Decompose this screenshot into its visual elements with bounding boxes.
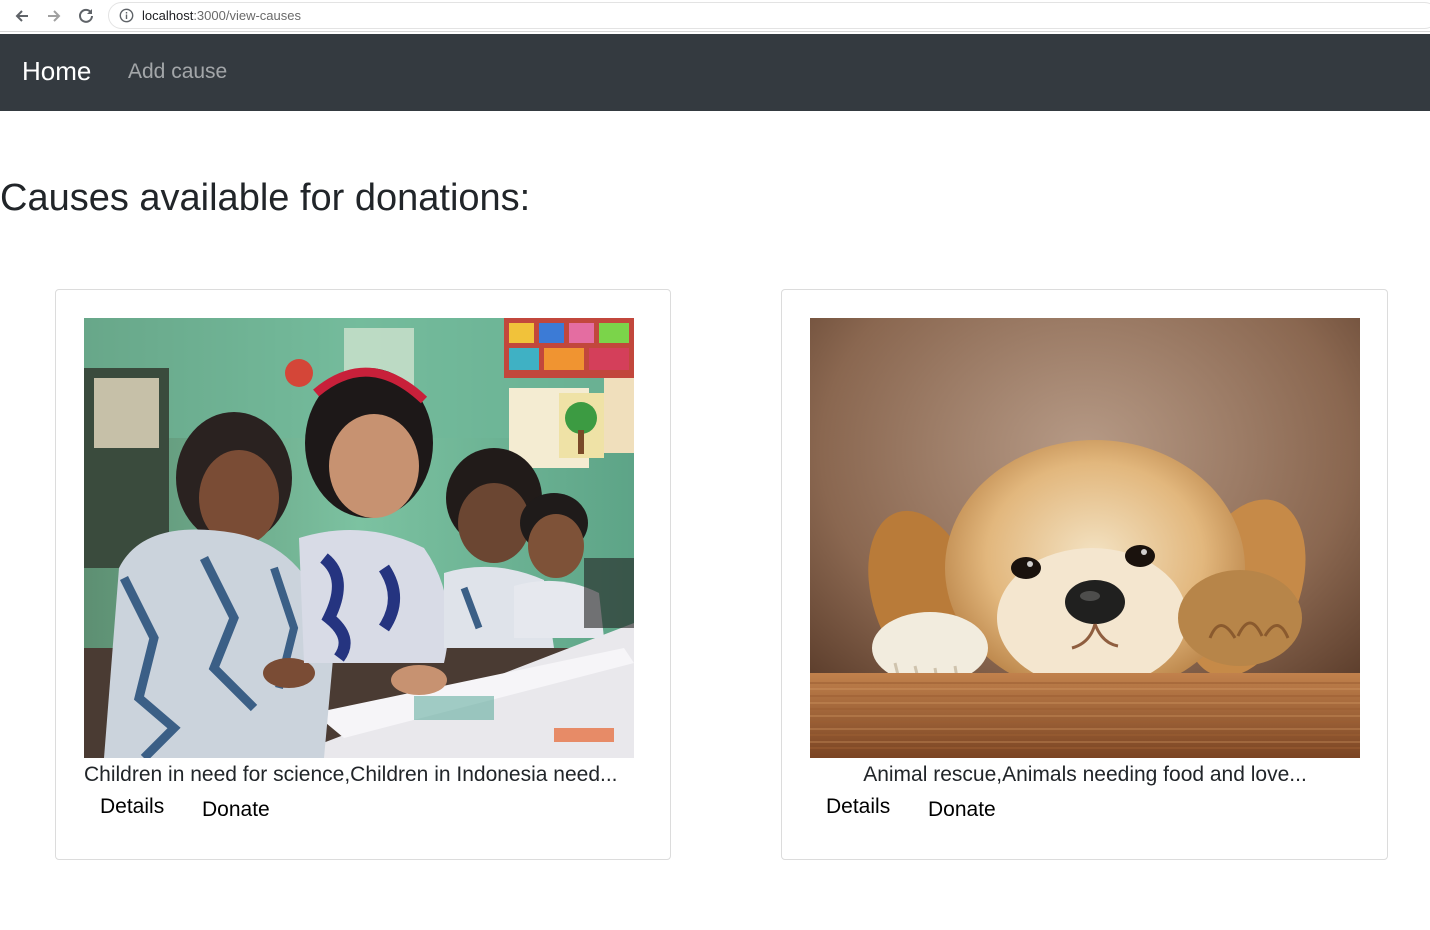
url-path: :3000/view-causes [193, 8, 301, 23]
reload-icon[interactable] [75, 5, 97, 27]
cause-summary: Animal rescue,Animals needing food and l… [863, 763, 1307, 786]
cause-summary: Children in need for science,Children in… [84, 763, 618, 786]
url-text[interactable]: localhost:3000/view-causes [142, 8, 301, 24]
page-title: Causes available for donations: [0, 177, 531, 219]
children-studying-photo [84, 318, 634, 758]
forward-icon[interactable] [43, 5, 65, 27]
details-button[interactable]: Details [826, 794, 890, 820]
info-icon[interactable] [119, 8, 134, 28]
donate-button[interactable]: Donate [202, 797, 270, 823]
address-bar[interactable]: localhost:3000/view-causes [108, 2, 1430, 29]
browser-toolbar: localhost:3000/view-causes [0, 0, 1430, 32]
url-host: localhost [142, 8, 194, 23]
nav-home-link[interactable]: Home [22, 55, 91, 87]
navbar: Home Add cause [0, 34, 1430, 111]
cause-card: Animal rescue,Animals needing food and l… [781, 289, 1388, 860]
puppy-photo [810, 318, 1360, 758]
cause-card: Children in need for science,Children in… [55, 289, 671, 860]
details-button[interactable]: Details [100, 794, 164, 820]
donate-button[interactable]: Donate [928, 797, 996, 823]
back-icon[interactable] [11, 5, 33, 27]
nav-add-cause-link[interactable]: Add cause [128, 59, 227, 85]
